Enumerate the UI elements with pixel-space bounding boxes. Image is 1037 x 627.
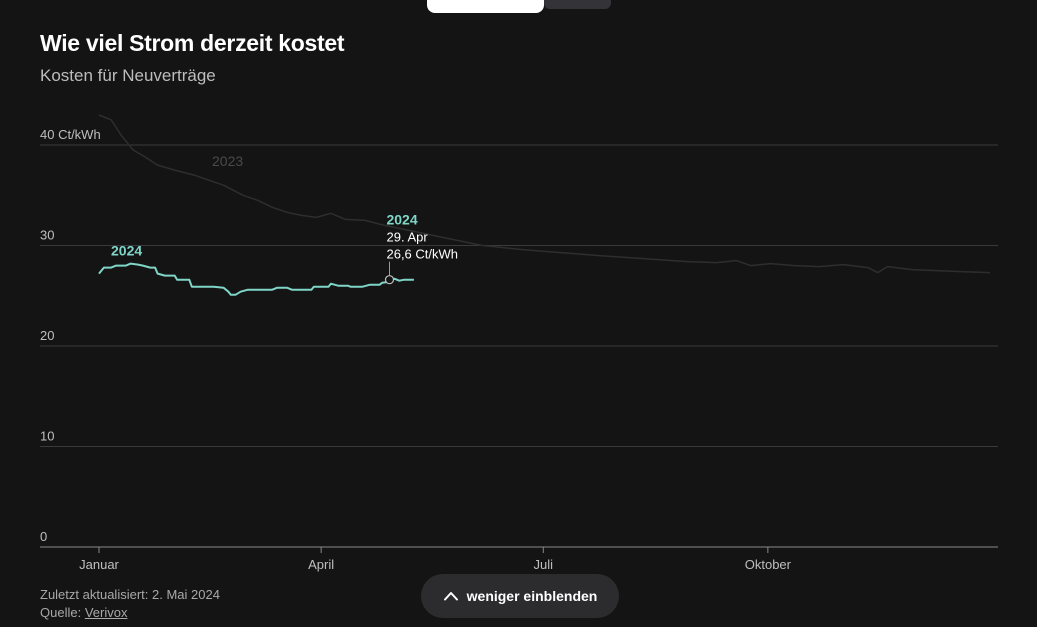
label-layer: 0 10 20 30 40 Ct/kWh Januar April Juli Oktober 20… <box>40 127 792 572</box>
chevron-up-icon <box>443 592 458 601</box>
source-line: Quelle: Verivox <box>40 605 127 620</box>
series-label-2023: 2023 <box>212 153 243 169</box>
tooltip-marker <box>384 275 395 285</box>
y-tick-label: 40 Ct/kWh <box>40 127 101 142</box>
x-tick-label: Juli <box>534 557 554 572</box>
show-less-button[interactable]: weniger einblenden <box>421 574 619 618</box>
source-prefix: Quelle: <box>40 605 85 620</box>
tooltip-series-label: 2024 <box>386 212 417 228</box>
x-tick-label: April <box>308 557 334 572</box>
y-tick-label: 0 <box>40 529 47 544</box>
series-line-2024 <box>98 262 414 296</box>
grid-layer <box>40 144 998 553</box>
x-tick-label: Januar <box>79 557 119 572</box>
tooltip-value: 26,6 Ct/kWh <box>386 247 458 262</box>
electricity-price-chart: 0 10 20 30 40 Ct/kWh Januar April Juli Oktober 20… <box>40 114 998 572</box>
tooltip-date: 29. Apr <box>386 230 428 245</box>
show-less-label: weniger einblenden <box>466 588 598 604</box>
series-label-2024: 2024 <box>111 243 142 259</box>
series-layer <box>98 114 991 296</box>
series-line-2023 <box>98 114 991 274</box>
y-tick-label: 20 <box>40 328 54 343</box>
last-updated-label: Zuletzt aktualisiert: 2. Mai 2024 <box>40 587 220 602</box>
y-tick-label: 30 <box>40 228 54 243</box>
source-link[interactable]: Verivox <box>85 605 128 620</box>
x-tick-label: Oktober <box>745 557 792 572</box>
y-tick-label: 10 <box>40 429 54 444</box>
